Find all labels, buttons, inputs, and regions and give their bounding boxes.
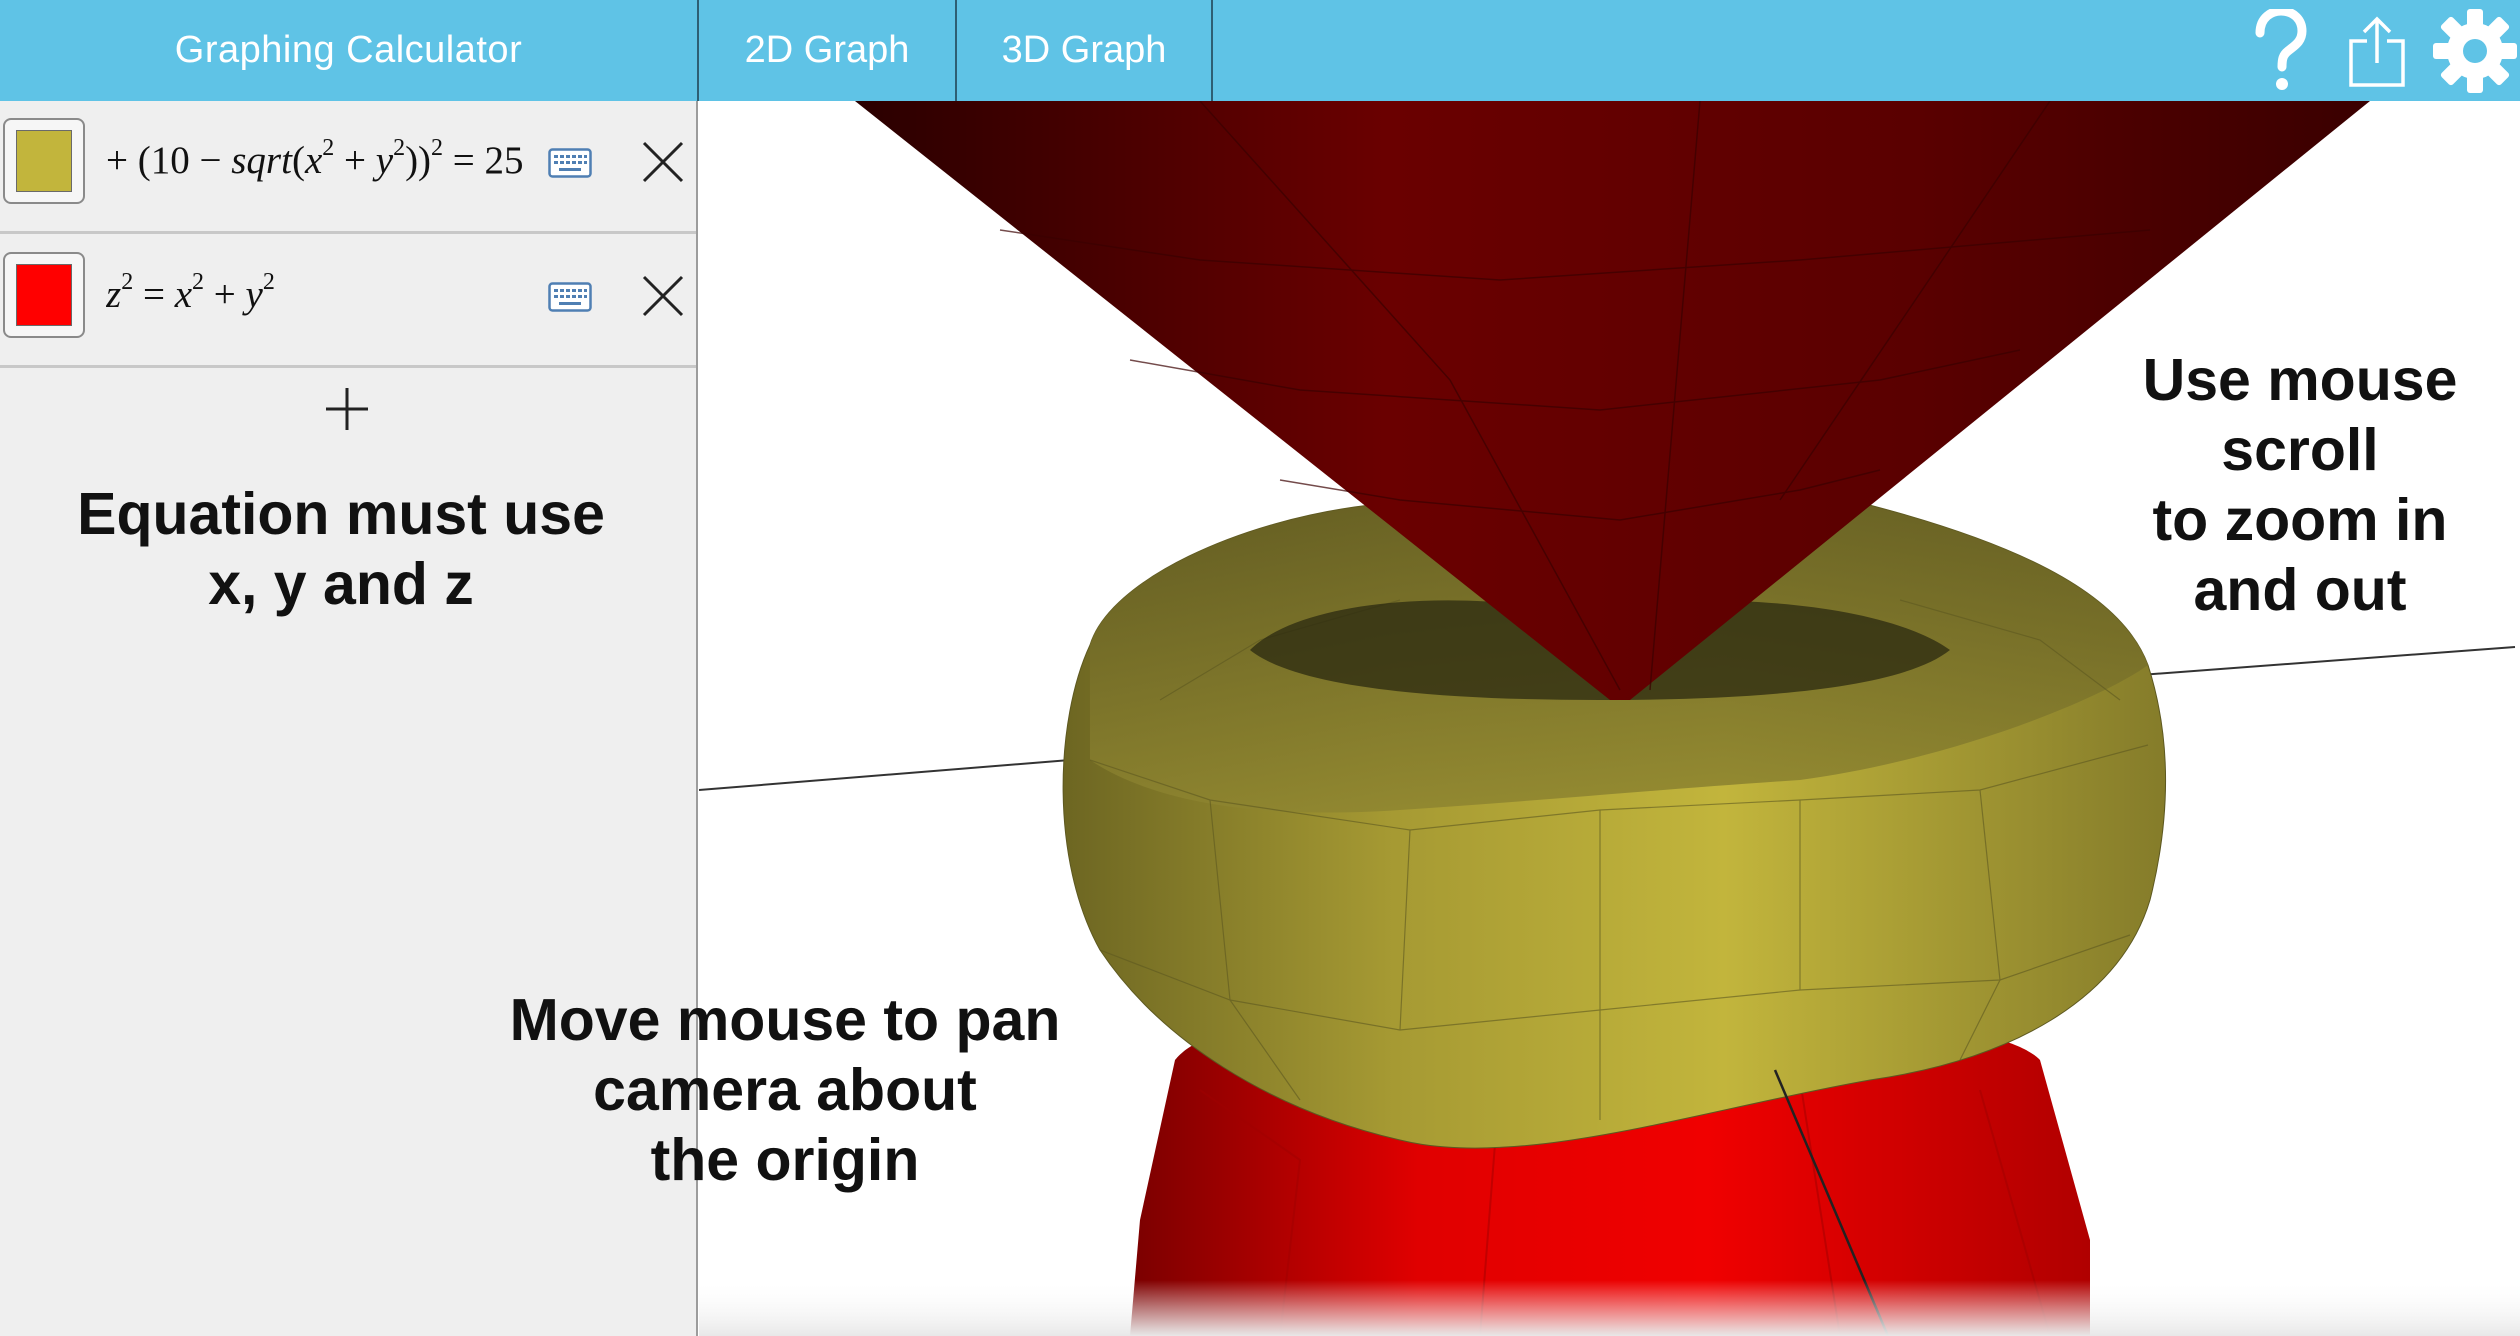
remove-equation-button[interactable] <box>640 273 686 319</box>
equation-hint-line: x, y and z <box>208 551 474 617</box>
share-icon[interactable] <box>2343 0 2411 101</box>
pan-hint: Move mouse to pan camera about the origi… <box>509 987 1061 1193</box>
help-icon[interactable] <box>2248 0 2312 101</box>
keyboard-icon[interactable] <box>548 282 592 312</box>
equation-var-x: x <box>174 273 192 316</box>
equation-exp: 2 <box>262 269 275 295</box>
tab-3d-graph[interactable]: 3D Graph <box>955 0 1213 101</box>
equation-input[interactable]: z2 = x2 + y2 <box>106 255 540 335</box>
app-title: Graphing Calculator <box>174 29 523 71</box>
color-swatch <box>16 130 72 192</box>
remove-equation-button[interactable] <box>640 139 686 185</box>
equation-var-z: z <box>106 273 122 316</box>
zoom-hint: Use mouse scroll to zoom in and out <box>2142 347 2458 623</box>
top-bar: Graphing Calculator 2D Graph 3D Graph <box>0 0 2520 101</box>
equation-fn: sqrt <box>231 139 292 182</box>
color-swatch-button[interactable] <box>3 252 85 338</box>
close-icon <box>642 141 684 183</box>
plus-icon <box>326 388 368 430</box>
equation-lead: + (10 − <box>106 139 232 182</box>
equation-exp: 2 <box>393 135 406 161</box>
equation-exp: 2 <box>192 269 204 295</box>
equation-hint-line: Equation must use <box>77 481 605 547</box>
equation-exp: 2 <box>322 135 335 161</box>
add-equation-button[interactable] <box>322 384 372 434</box>
equation-exp: 2 <box>121 269 134 295</box>
x-axis-line <box>699 759 1071 791</box>
equation-input[interactable]: + (10 − sqrt(x2 + y2))2 = 25 <box>106 121 540 201</box>
equation-hint: Equation must use x, y and z <box>30 479 652 619</box>
equation-var-y: y <box>245 273 263 316</box>
tab-2d-graph[interactable]: 2D Graph <box>697 0 955 101</box>
x-axis-line <box>2139 646 2516 676</box>
gear-icon[interactable] <box>2430 0 2520 101</box>
equation-var-y: y <box>375 139 394 182</box>
equation-row: + (10 − sqrt(x2 + y2))2 = 25 <box>0 101 696 234</box>
equation-tail: = 25 <box>443 139 524 182</box>
close-icon <box>642 275 684 317</box>
color-swatch-button[interactable] <box>3 118 85 204</box>
keyboard-icon[interactable] <box>548 148 592 178</box>
color-swatch <box>16 264 72 326</box>
equation-exp: 2 <box>431 135 444 161</box>
equation-var-x: x <box>304 139 323 182</box>
equation-row: z2 = x2 + y2 <box>0 235 696 368</box>
